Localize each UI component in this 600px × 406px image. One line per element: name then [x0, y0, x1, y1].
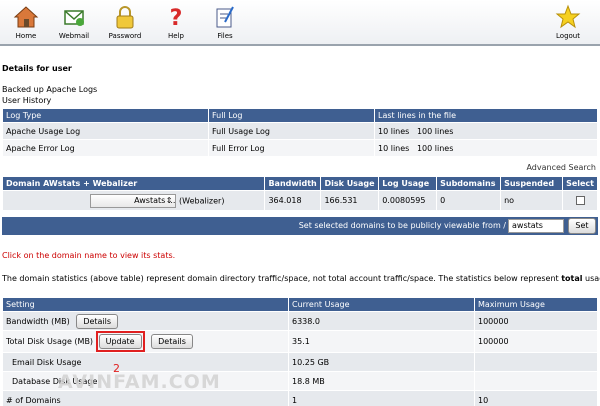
select-cell [562, 190, 598, 211]
last-10-lines-link[interactable]: 10 lines [378, 144, 409, 153]
col-select: Select [562, 176, 598, 191]
nav-files[interactable]: Files [203, 2, 247, 44]
max-usage-cell [474, 352, 598, 372]
svg-text:?: ? [170, 6, 183, 30]
col-last-lines: Last lines in the file [374, 108, 598, 123]
logs-table: Log Type Full Log Last lines in the file… [2, 108, 598, 157]
stats-select[interactable]: Awstats ... ⇕ [90, 193, 177, 208]
update-button[interactable]: Update [98, 334, 142, 349]
help-icon: ? [170, 6, 183, 30]
nav-password-label: Password [108, 32, 142, 40]
public-path-input[interactable]: awstats [508, 219, 564, 233]
col-setting: Setting [2, 297, 289, 312]
nav-home[interactable]: Home [4, 2, 48, 44]
col-domain: Domain AWstats + Webalizer [1, 176, 266, 191]
disk-usage-cell: 166.531 [320, 190, 380, 211]
nav-help-label: Help [168, 32, 184, 40]
max-usage-cell [474, 371, 598, 391]
stats-explanation: The domain statistics (above table) repr… [2, 274, 600, 283]
col-disk-usage: Disk Usage [320, 176, 380, 191]
nav-password[interactable]: Password [103, 2, 147, 44]
domain-table: Domain AWstats + Webalizer Bandwidth Dis… [1, 176, 598, 211]
current-usage-cell: 18.8 MB [288, 371, 475, 391]
update-highlight: Update [95, 331, 145, 352]
subdomains-cell: 0 [436, 190, 502, 211]
stats-explanation-suffix: usage. [585, 274, 600, 283]
star-icon [555, 4, 581, 29]
suspended-cell: no [500, 190, 564, 211]
domain-click-hint: Click on the domain name to view its sta… [2, 251, 176, 260]
backed-up-logs-link[interactable]: Backed up Apache Logs [2, 85, 97, 94]
last-100-lines-link[interactable]: 100 lines [417, 144, 453, 153]
mail-icon [64, 10, 84, 26]
nav-logout[interactable]: Logout [546, 2, 590, 44]
log-type-cell: Apache Error Log [2, 139, 209, 157]
nav-files-label: Files [217, 32, 233, 40]
home-icon [13, 6, 39, 28]
table-row: Bandwidth (MB) Details 6338.0 100000 [2, 311, 598, 331]
user-history-link[interactable]: User History [2, 96, 51, 105]
setting-cell: Total Disk Usage (MB) Update Details [2, 330, 289, 353]
webalizer-link[interactable]: (Webalizer) [179, 196, 224, 205]
page-title: Details for user [2, 64, 72, 73]
col-suspended: Suspended [500, 176, 564, 191]
watermark: AVINFAM.COM [58, 371, 221, 393]
col-full-log: Full Log [208, 108, 375, 123]
table-row: Total Disk Usage (MB) Update Details 35.… [2, 330, 598, 353]
email-disk-label: Email Disk Usage [2, 352, 289, 372]
max-usage-cell: 100000 [474, 330, 598, 353]
lock-icon [116, 6, 134, 29]
stats-explanation-prefix: The domain statistics (above table) repr… [2, 274, 562, 283]
set-button[interactable]: Set [568, 218, 596, 234]
current-usage-cell: 6338.0 [288, 311, 475, 331]
nav-help[interactable]: ? Help [154, 2, 198, 44]
col-subdomains: Subdomains [436, 176, 502, 191]
nav-webmail-label: Webmail [58, 32, 90, 40]
nav-webmail[interactable]: Webmail [52, 2, 96, 44]
col-maximum-usage: Maximum Usage [474, 297, 598, 312]
disk-details-button[interactable]: Details [151, 334, 193, 349]
public-stats-label: Set selected domains to be publicly view… [298, 221, 501, 230]
last-100-lines-link[interactable]: 100 lines [417, 127, 453, 136]
bandwidth-cell: 364.018 [264, 190, 322, 211]
setting-cell: Bandwidth (MB) Details [2, 311, 289, 331]
current-usage-cell: 1 [288, 390, 475, 406]
nav-logout-label: Logout [556, 32, 580, 40]
table-row: Email Disk Usage 10.25 GB [2, 352, 598, 372]
domain-select-checkbox[interactable] [575, 196, 585, 205]
stats-explanation-bold: total [561, 274, 583, 283]
advanced-search-link[interactable]: Advanced Search [526, 163, 596, 172]
domain-cell: Awstats ... ⇕ (Webalizer) [1, 190, 266, 211]
table-row: Awstats ... ⇕ (Webalizer) 364.018 166.53… [1, 190, 598, 211]
public-stats-text: Set selected domains to be publicly view… [299, 221, 506, 230]
disk-usage-label: Total Disk Usage (MB) [6, 337, 94, 346]
log-type-cell: Apache Usage Log [2, 122, 209, 140]
last-lines-cell: 10 lines 100 lines [374, 139, 598, 157]
col-current-usage: Current Usage [288, 297, 475, 312]
current-usage-cell: 35.1 [288, 330, 475, 353]
max-usage-cell: 10 [474, 390, 598, 406]
log-usage-cell: 0.0080595 [378, 190, 438, 211]
col-log-type: Log Type [2, 108, 209, 123]
chevron-down-icon: ⇕ [165, 195, 173, 205]
table-row: Apache Usage Log Full Usage Log 10 lines… [2, 122, 598, 140]
full-log-link[interactable]: Full Usage Log [208, 122, 375, 140]
top-nav-bar: Home Webmail Password ? Help Files Logou… [0, 0, 600, 46]
public-stats-slash: / [503, 221, 506, 230]
bandwidth-label: Bandwidth (MB) [6, 316, 70, 326]
last-10-lines-link[interactable]: 10 lines [378, 127, 409, 136]
files-icon [216, 6, 234, 28]
bandwidth-details-button[interactable]: Details [76, 313, 119, 329]
table-row: Apache Error Log Full Error Log 10 lines… [2, 139, 598, 157]
public-stats-bar: Set selected domains to be publicly view… [2, 217, 598, 235]
max-usage-cell: 100000 [474, 311, 598, 331]
col-bandwidth: Bandwidth [264, 176, 322, 191]
full-log-link[interactable]: Full Error Log [208, 139, 375, 157]
last-lines-cell: 10 lines 100 lines [374, 122, 598, 140]
nav-home-label: Home [15, 32, 37, 40]
current-usage-cell: 10.25 GB [288, 352, 475, 372]
col-log-usage: Log Usage [378, 176, 438, 191]
